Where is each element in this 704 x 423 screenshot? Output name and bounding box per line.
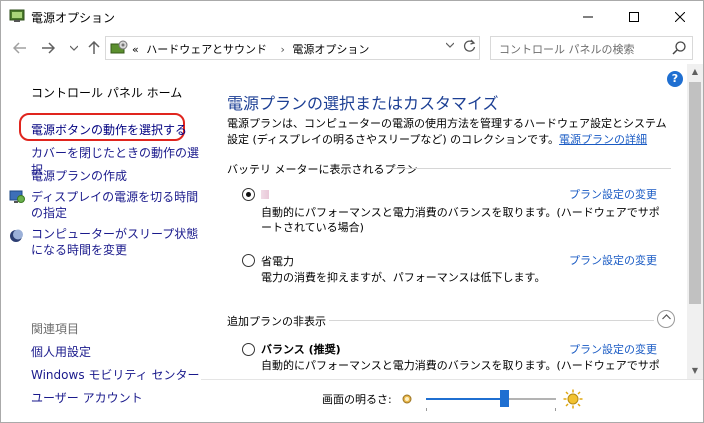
scroll-up-button[interactable]: ▲ [687, 64, 703, 80]
brightness-bar: 画面の明るさ: [201, 379, 703, 422]
plan-settings-link-1[interactable]: プラン設定の変更 [569, 186, 657, 202]
plan-settings-link-2[interactable]: プラン設定の変更 [569, 252, 657, 268]
address-dropdown-button[interactable] [443, 41, 457, 55]
monitor-icon [9, 190, 25, 203]
battery-plans-heading: バッテリ メーターに表示されるプラン [227, 163, 418, 176]
bright-sun-icon [563, 389, 583, 409]
user-accounts-link[interactable]: ユーザー アカウント [31, 389, 143, 406]
close-icon [675, 11, 685, 22]
plan-description-3: 自動的にパフォーマンスと電力消費のバランスを取ります。(ハードウェアでサポートさ… [261, 359, 660, 372]
close-button[interactable] [657, 1, 703, 32]
main-content: 電源プランの選択またはカスタマイズ 電源プランは、コンピューターの電源の使用方法… [201, 64, 687, 374]
refresh-icon [463, 39, 475, 52]
refresh-button[interactable] [461, 39, 477, 57]
search-icon[interactable] [671, 40, 687, 56]
slider-fill [426, 398, 504, 400]
breadcrumb-separator-icon[interactable]: › [281, 43, 285, 56]
create-power-plan-link[interactable]: 電源プランの作成 [31, 167, 127, 184]
control-panel-home-link[interactable]: コントロール パネル ホーム [31, 84, 182, 101]
sleep-time-link[interactable]: コンピューターがスリープ状態になる時間を変更 [31, 226, 201, 258]
choose-power-button-link[interactable]: 電源ボタンの動作を選択する [31, 121, 187, 138]
up-button[interactable] [85, 39, 103, 57]
breadcrumb-overflow[interactable]: « [132, 43, 139, 56]
power-plan-details-link[interactable]: 電源プランの詳細 [559, 133, 647, 146]
personalization-link[interactable]: 個人用設定 [31, 343, 91, 360]
control-panel-icon [110, 40, 128, 54]
section-divider [391, 168, 671, 169]
search-box[interactable]: コントロール パネルの検索 [490, 36, 693, 60]
maximize-icon [629, 11, 639, 22]
breadcrumb-hardware-sound[interactable]: ハードウェアとサウンド [146, 43, 267, 56]
arrow-up-icon [88, 41, 100, 54]
chevron-down-icon [70, 45, 78, 51]
breadcrumb: « ハードウェアとサウンド › 電源オプション [132, 41, 373, 57]
plan-radio-1[interactable] [242, 188, 255, 201]
page-description: 電源プランは、コンピューターの電源の使用方法を管理するハードウェア設定とシステム… [227, 116, 677, 148]
window-title: 電源オプション [31, 11, 116, 25]
breadcrumb-power-options[interactable]: 電源オプション [292, 43, 369, 56]
back-button[interactable] [11, 39, 29, 57]
slider-tick [426, 408, 427, 411]
minimize-icon [583, 16, 593, 17]
minimize-button[interactable] [565, 1, 611, 32]
power-options-window: 電源オプション « ハードウェアとサウンド › 電源オプション コントロール パ… [0, 0, 704, 423]
chevron-up-icon [661, 314, 671, 320]
page-title: 電源プランの選択またはカスタマイズ [227, 94, 499, 113]
mobility-center-link[interactable]: Windows モビリティ センター [31, 366, 199, 383]
navigation-bar: « ハードウェアとサウンド › 電源オプション コントロール パネルの検索 [1, 32, 703, 64]
maximize-button[interactable] [611, 1, 657, 32]
plan-radio-2[interactable] [242, 254, 255, 267]
forward-button[interactable] [39, 39, 57, 57]
power-options-icon [9, 9, 25, 22]
plan-radio-3[interactable] [242, 343, 255, 356]
address-bar[interactable]: « ハードウェアとサウンド › 電源オプション [105, 36, 480, 60]
slider-ticks [426, 408, 556, 412]
arrow-left-icon [13, 42, 26, 54]
slider-tick [555, 408, 556, 411]
brightness-slider[interactable] [426, 390, 556, 407]
display-off-time-link[interactable]: ディスプレイの電源を切る時間の指定 [31, 189, 201, 221]
dim-sun-icon [402, 394, 412, 404]
moon-icon [10, 229, 23, 242]
hidden-plans-heading: 追加プランの非表示 [227, 315, 326, 328]
vertical-scrollbar[interactable]: ▲ ▼ [687, 64, 703, 379]
scroll-down-button[interactable]: ▼ [687, 363, 703, 379]
scroll-thumb[interactable] [689, 82, 701, 304]
brightness-label: 画面の明るさ: [322, 393, 392, 406]
plan-description-1: 自動的にパフォーマンスと電力消費のバランスを取ります。(ハードウェアでサポートさ… [261, 206, 660, 234]
arrow-right-icon [42, 42, 55, 54]
section-divider [329, 320, 654, 321]
left-nav-pane: コントロール パネル ホーム 電源ボタンの動作を選択する カバーを閉じたときの動… [1, 64, 201, 422]
plan-name-3: バランス (推奨) [261, 343, 341, 356]
recent-locations-button[interactable] [65, 39, 83, 57]
chevron-down-icon [445, 42, 455, 48]
title-bar: 電源オプション [1, 1, 703, 32]
collapse-button[interactable] [657, 310, 675, 328]
plan-name-2: 省電力 [261, 255, 294, 268]
related-heading: 関連項目 [31, 322, 80, 336]
plan-settings-link-3[interactable]: プラン設定の変更 [569, 341, 657, 357]
obscured-plan-name [261, 190, 269, 199]
search-placeholder[interactable]: コントロール パネルの検索 [499, 41, 635, 57]
slider-thumb[interactable] [500, 390, 509, 407]
plan-description-2: 電力の消費を抑えますが、パフォーマンスは低下します。 [261, 271, 546, 284]
